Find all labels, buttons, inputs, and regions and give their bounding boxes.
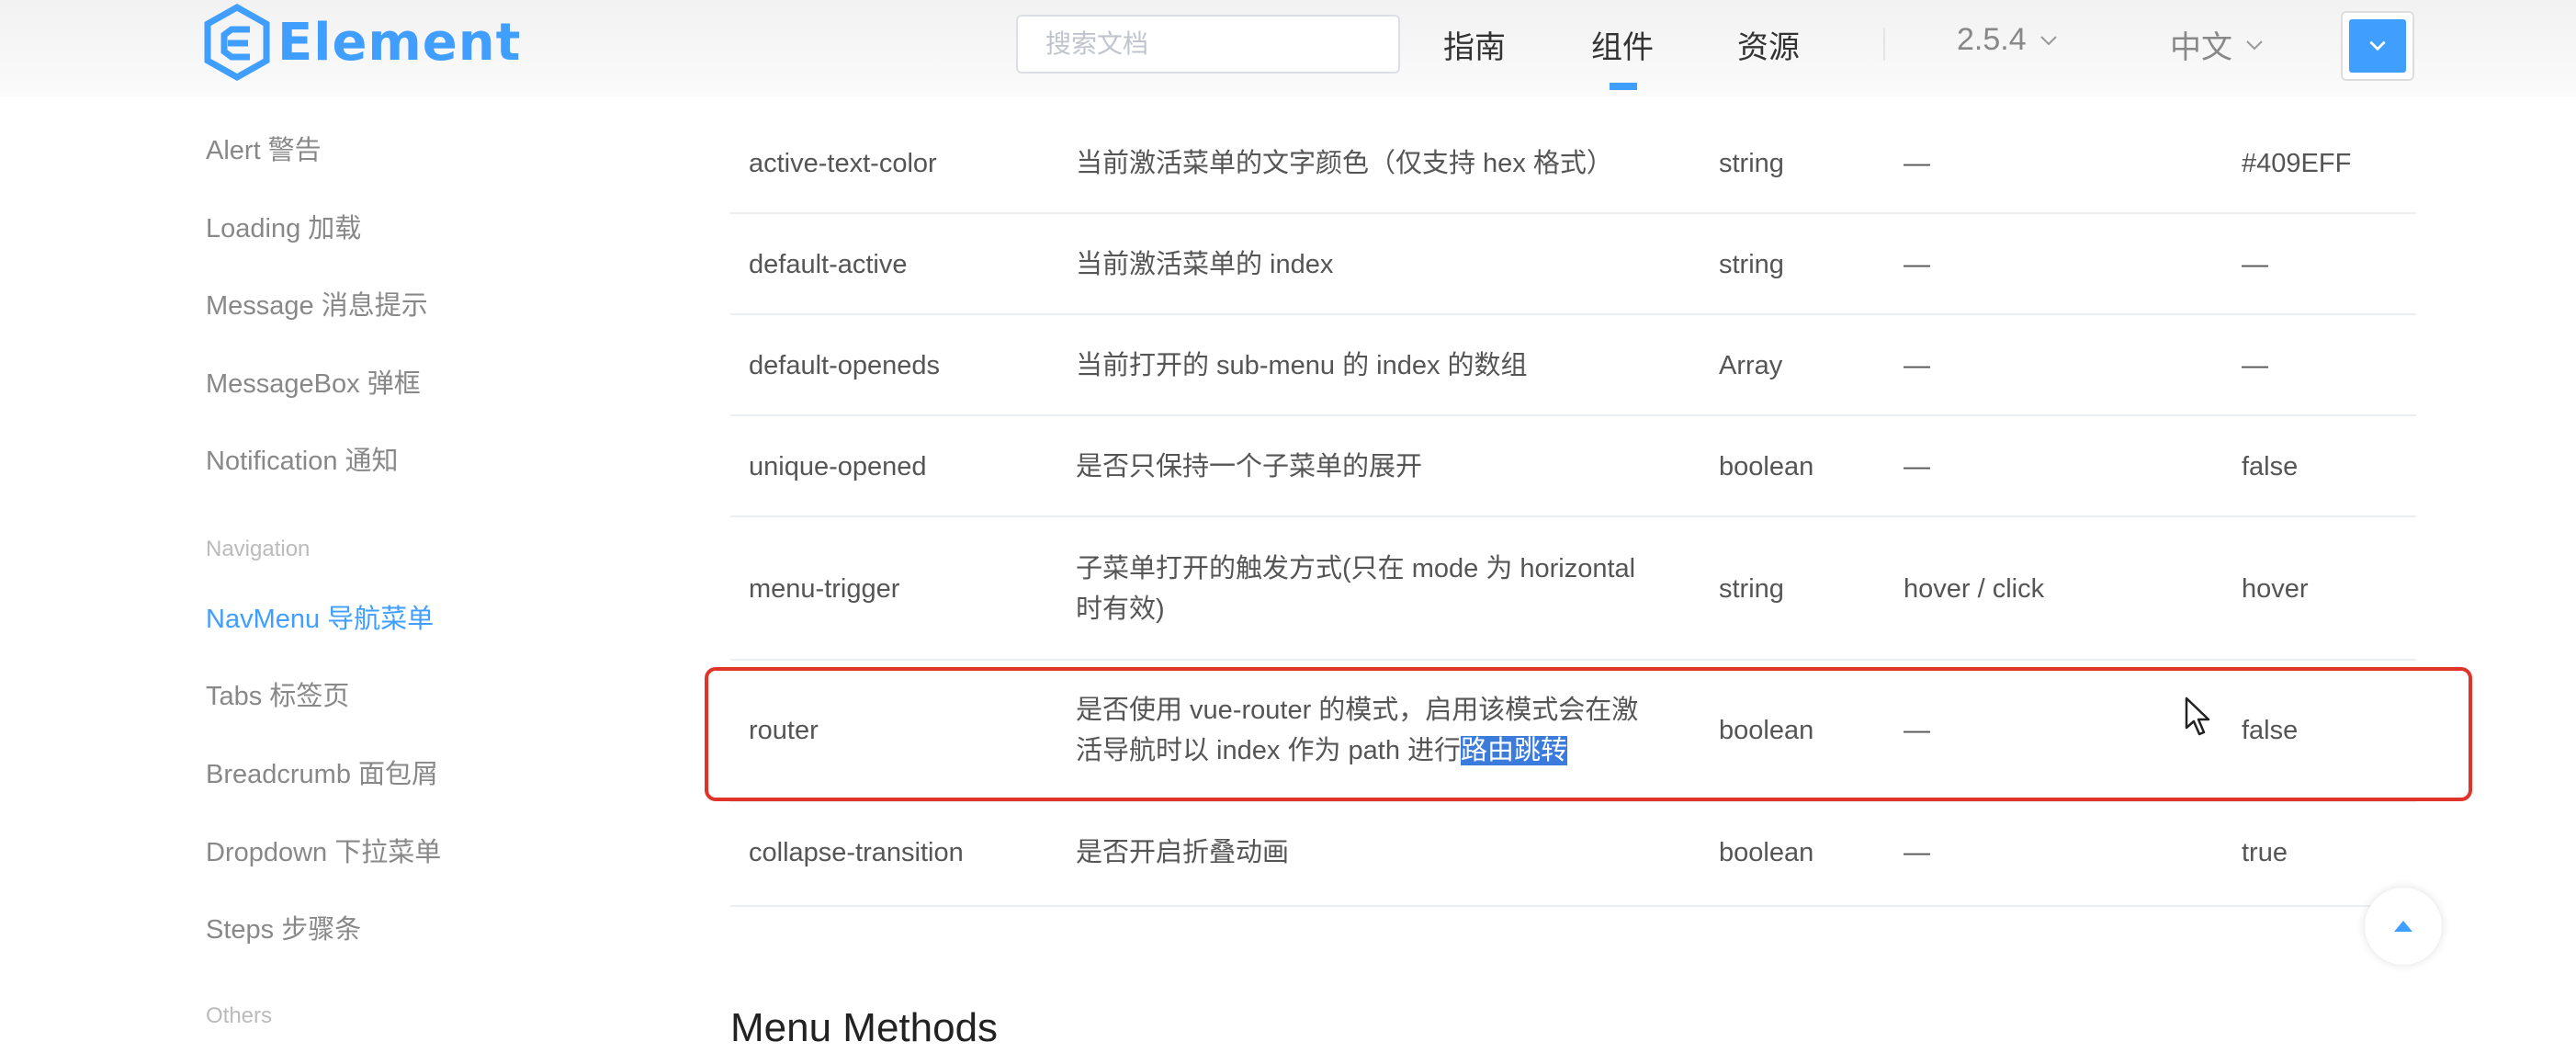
cell-description: 子菜单打开的触发方式(只在 mode 为 horizontal [1076,554,1636,583]
cell-default: false [2242,716,2299,745]
sidebar-group-navigation: Navigation [206,537,311,561]
sidebar-item-tabs[interactable]: Tabs 标签页 [206,674,349,713]
table-row: unique-opened 是否只保持一个子菜单的展开 boolean — fa… [730,416,2416,517]
cell-param: menu-trigger [749,574,900,604]
sidebar-item-message[interactable]: Message 消息提示 [206,284,428,323]
nav-component[interactable]: 组件 [1591,22,1654,67]
cell-param: default-openeds [749,351,940,380]
sidebar-item-navmenu[interactable]: NavMenu 导航菜单 [206,597,434,636]
cell-options: — [1904,250,1930,279]
sidebar-item-steps[interactable]: Steps 步骤条 [206,908,361,946]
cell-type: string [1719,149,1784,178]
language-dropdown[interactable]: 中文 [2170,22,2264,67]
cell-type: boolean [1719,838,1814,867]
section-title: Menu Methods [730,1005,999,1050]
cell-type: string [1719,574,1784,604]
mouse-cursor-icon [2185,696,2210,736]
chevron-down-icon [2369,40,2386,51]
chevron-down-icon [2246,40,2263,50]
theme-color-swatch [2349,19,2406,73]
cell-options: — [1904,838,1930,867]
cell-description: 活导航时以 index 作为 path 进行路由跳转 [1076,730,1568,771]
cell-param: collapse-transition [749,838,964,867]
cell-description: 是否开启折叠动画 [1076,838,1290,867]
theme-color-picker[interactable] [2341,11,2414,81]
table-row: router 是否使用 vue-router 的模式，启用该模式会在激 活导航时… [730,661,2416,802]
cell-type: Array [1719,351,1783,380]
cell-type: string [1719,250,1784,279]
cell-default: — [2242,250,2268,279]
sidebar-item-breadcrumb[interactable]: Breadcrumb 面包屑 [206,753,438,791]
cell-type: boolean [1719,716,1814,745]
selected-text[interactable]: 路由跳转 [1461,736,1568,765]
cell-default: true [2242,838,2288,867]
cell-description: 是否只保持一个子菜单的展开 [1076,452,1423,481]
sidebar-item-messagebox[interactable]: MessageBox 弹框 [206,362,421,401]
cell-description: 是否使用 vue-router 的模式，启用该模式会在激 [1076,696,1639,725]
chevron-down-icon [2039,35,2057,45]
nav-guide[interactable]: 指南 [1443,22,1506,67]
back-to-top-button[interactable] [2365,888,2442,965]
sidebar-item-dropdown[interactable]: Dropdown 下拉菜单 [206,831,441,869]
cell-param: active-text-color [749,149,937,178]
sidebar: Alert 警告 Loading 加载 Message 消息提示 Message… [206,0,665,1053]
cell-description-text: 活导航时以 index 作为 path 进行 [1076,736,1461,765]
version-label: 2.5.4 [1957,22,2027,57]
sidebar-group-others: Others [206,1003,273,1028]
cell-param: router [749,716,819,745]
cell-param: unique-opened [749,452,927,481]
header-divider [1883,28,1885,61]
cell-default: hover [2242,574,2309,604]
table-row: active-text-color 当前激活菜单的文字颜色（仅支持 hex 格式… [730,96,2416,214]
nav-active-indicator [1610,83,1637,90]
cell-description: 当前打开的 sub-menu 的 index 的数组 [1076,351,1528,380]
cell-options: — [1904,716,1930,745]
cell-description: 时有效) [1076,594,1165,624]
table-row: default-openeds 当前打开的 sub-menu 的 index 的… [730,315,2416,416]
cell-default: #409EFF [2242,149,2352,178]
caret-up-icon [2394,921,2412,932]
cell-param: default-active [749,250,908,279]
nav-resource[interactable]: 资源 [1737,22,1800,67]
cell-options: hover / click [1904,574,2045,604]
cell-description: 当前激活菜单的文字颜色（仅支持 hex 格式） [1076,149,1613,178]
table-row: collapse-transition 是否开启折叠动画 boolean — t… [730,802,2416,907]
sidebar-item-alert[interactable]: Alert 警告 [206,129,322,167]
table-row: default-active 当前激活菜单的 index string — — [730,214,2416,315]
language-label: 中文 [2170,30,2232,65]
cell-options: — [1904,452,1930,481]
table-row: menu-trigger 子菜单打开的触发方式(只在 mode 为 horizo… [730,517,2416,661]
cell-default: — [2242,351,2268,380]
sidebar-item-notification[interactable]: Notification 通知 [206,439,399,478]
sidebar-item-loading[interactable]: Loading 加载 [206,207,361,245]
cell-default: false [2242,452,2299,481]
search-input[interactable] [1016,15,1400,74]
version-dropdown[interactable]: 2.5.4 [1957,22,2058,58]
cell-options: — [1904,149,1930,178]
cell-options: — [1904,351,1930,380]
cell-type: boolean [1719,452,1814,481]
cell-description: 当前激活菜单的 index [1076,250,1334,279]
